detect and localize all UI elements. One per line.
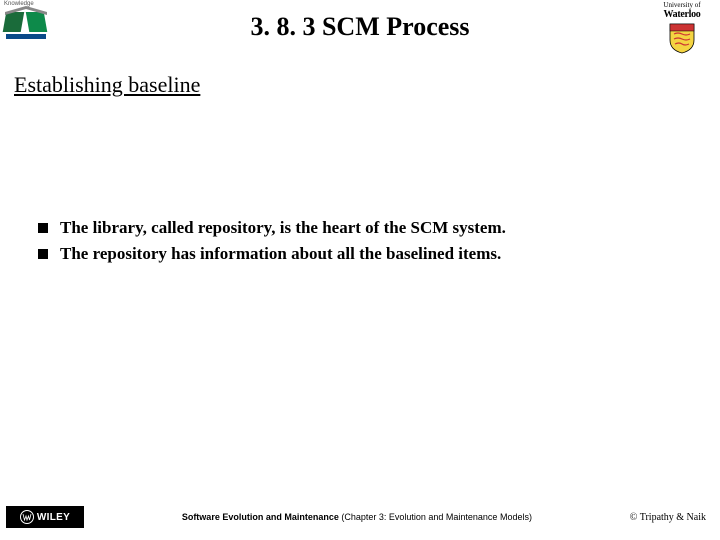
- slide-title: 3. 8. 3 SCM Process: [0, 0, 720, 42]
- wiley-icon: [20, 510, 34, 524]
- bullet-text: The library, called repository, is the h…: [60, 218, 506, 238]
- wiley-text: WILEY: [37, 512, 70, 523]
- footer-chapter: (Chapter 3: Evolution and Maintenance Mo…: [339, 512, 532, 522]
- knowledge-icon: [2, 2, 56, 42]
- bullet-text: The repository has information about all…: [60, 244, 501, 264]
- wiley-logo: WILEY: [6, 506, 84, 528]
- crest-icon: [668, 22, 696, 54]
- slide-header: Knowledge University of Waterloo 3. 8. 3…: [0, 0, 720, 70]
- slide-footer: WILEY Software Evolution and Maintenance…: [0, 494, 720, 540]
- bullet-icon: [38, 249, 48, 259]
- bullet-list: The library, called repository, is the h…: [0, 218, 720, 264]
- list-item: The repository has information about all…: [38, 244, 690, 264]
- knowledge-logo-text: Knowledge: [4, 1, 34, 7]
- footer-copyright: © Tripathy & Naik: [630, 512, 720, 523]
- list-item: The library, called repository, is the h…: [38, 218, 690, 238]
- footer-center-text: Software Evolution and Maintenance (Chap…: [84, 512, 630, 522]
- slide-subtitle: Establishing baseline: [0, 72, 720, 98]
- footer-book-title: Software Evolution and Maintenance: [182, 512, 339, 522]
- university-logo: University of Waterloo: [652, 1, 712, 56]
- university-line2: Waterloo: [652, 9, 712, 20]
- university-line1: University of: [652, 1, 712, 9]
- knowledge-logo: Knowledge: [2, 2, 56, 44]
- bullet-icon: [38, 223, 48, 233]
